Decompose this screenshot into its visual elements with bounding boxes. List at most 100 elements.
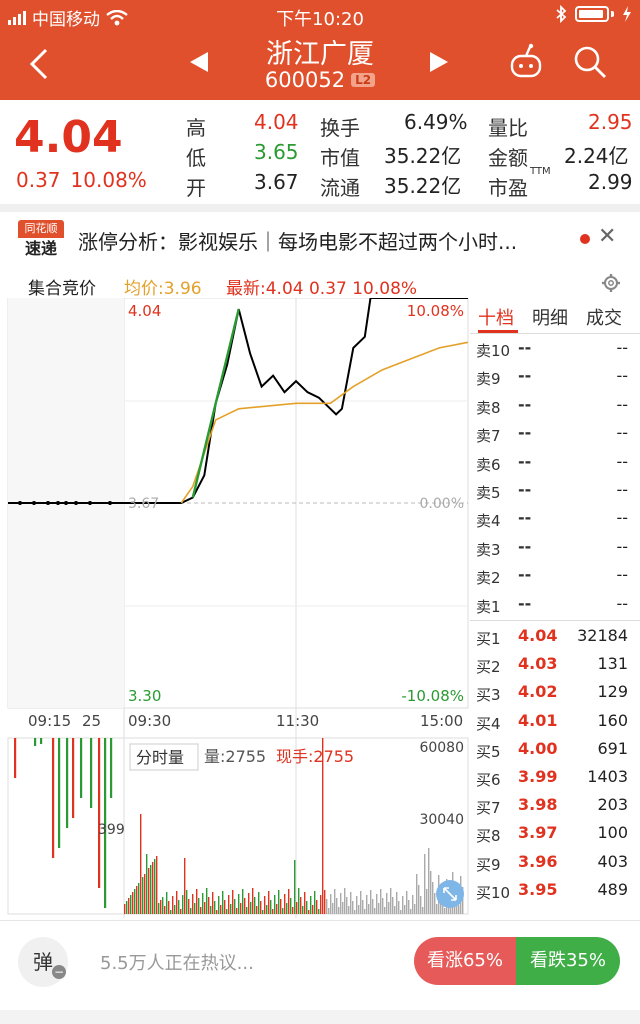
buy-row[interactable]: 买7 3.98 203 [470,793,640,821]
volume-bar [342,902,344,914]
volume-bar [280,899,282,914]
volume-bar [334,889,336,914]
volume-bar [266,905,268,914]
sell-row[interactable]: 卖2 -- -- [470,563,640,591]
tab-trades[interactable]: 成交 [586,304,622,330]
last-price: 4.04 [14,112,123,163]
volume-label[interactable]: 分时量 [136,748,184,767]
volume-bar [408,900,410,914]
buy-row[interactable]: 买6 3.99 1403 [470,765,640,793]
buy-level-label: 买8 [476,827,501,846]
sell-row[interactable]: 卖4 -- -- [470,506,640,534]
volume-bar [412,895,414,914]
buy-row[interactable]: 买5 4.00 691 [470,737,640,765]
auction-volume-bar [52,738,55,858]
buy-volume: 489 [597,879,628,899]
volume-bar [298,888,300,914]
buy-volume: 32184 [577,626,628,645]
gear-icon[interactable] [601,273,621,293]
buy-price: 4.01 [518,710,558,730]
volume-bar [444,908,446,914]
buy-row[interactable]: 买4 4.01 160 [470,709,640,737]
volume-bar [284,894,286,914]
volume-bar [332,903,334,914]
volume-bar [146,854,148,914]
sell-row[interactable]: 卖9 -- -- [470,364,640,392]
volume-bar [398,901,400,914]
sell-row[interactable]: 卖7 -- -- [470,421,640,449]
sell-volume: -- [616,423,628,443]
volume-bar [198,898,200,914]
volume-bar [358,905,360,914]
volume-bar [350,892,352,914]
buy-level-label: 买5 [476,742,501,761]
sell-level-label: 卖1 [476,597,501,616]
buy-row[interactable]: 买9 3.96 403 [470,850,640,878]
volume-bar [190,908,192,914]
volume-bar [176,891,178,914]
volume-bar [396,892,398,914]
volume-bar [168,901,170,914]
volume-bar [152,862,154,914]
buy-row[interactable]: 买10 3.95 489 [470,878,640,906]
tab-detail[interactable]: 明细 [532,304,568,330]
bullish-button[interactable]: 看涨65% [414,937,516,985]
sell-price: -- [518,565,532,585]
bluetooth-icon [556,5,567,23]
sell-row[interactable]: 卖6 -- -- [470,450,640,478]
news-ticker[interactable]: 同花顺 速递 涨停分析：影视娱乐｜每场电影不超过两个小时... ✕ [0,204,640,264]
battery-cap [611,11,614,17]
volume-bar [348,906,350,914]
volume-bar [128,898,130,914]
auction-volume-bar [34,738,37,746]
volume-bar [254,897,256,914]
auction-volume-bar [72,738,75,818]
news-unread-dot [580,234,590,244]
volume-bar [236,908,238,914]
robot-icon[interactable] [506,42,546,82]
auction-point [108,501,112,505]
search-icon[interactable] [572,44,608,80]
danmu-button[interactable]: 弹 [18,937,68,987]
buy-row[interactable]: 买3 4.02 129 [470,680,640,708]
volume-bar [406,891,408,914]
sell-row[interactable]: 卖10 -- -- [470,336,640,364]
volume-bar [292,907,294,914]
high-label: 高 [186,116,206,140]
sell-row[interactable]: 卖5 -- -- [470,478,640,506]
volume-bar [380,889,382,914]
sell-level-label: 卖9 [476,370,501,389]
volume-bar [394,906,396,914]
buy-price: 3.96 [518,851,558,871]
auction-volume-bar [98,738,101,888]
discussion-count[interactable]: 5.5万人正在热议... [100,949,254,975]
volume-bar [368,904,370,914]
buy-price: 3.99 [518,767,558,786]
buy-row[interactable]: 买8 3.97 100 [470,821,640,849]
buy-row[interactable]: 买2 4.03 131 [470,652,640,680]
sell-row[interactable]: 卖3 -- -- [470,535,640,563]
volume-bar [314,891,316,914]
close-icon[interactable]: ✕ [598,224,616,249]
buy-row[interactable]: 买1 4.04 32184 [470,624,640,652]
volume-bar [336,898,338,914]
home-indicator [0,1010,640,1024]
vol-axis-left: 399 [98,822,125,838]
status-right [555,5,632,23]
volume-bar [424,854,426,914]
sell-level-label: 卖3 [476,540,501,559]
auction-point [74,501,78,505]
next-stock-icon[interactable] [430,52,448,72]
volume-bar [156,856,158,914]
bearish-button[interactable]: 看跌35% [516,937,620,985]
buy-level-label: 买7 [476,799,501,818]
news-text[interactable]: 涨停分析：影视娱乐｜每场电影不超过两个小时... [78,226,558,255]
volratio-label: 量比 [488,116,528,140]
volume-bar [260,901,262,914]
sell-row[interactable]: 卖1 -- -- [470,592,640,620]
intraday-chart[interactable]: 4.04 3.67 3.30 10.08% 0.00% -10.08% 09:1… [0,298,470,918]
auction-point [32,501,36,505]
tab-ten-level[interactable]: 十档 [478,304,514,330]
volume-bar [370,890,372,914]
sell-row[interactable]: 卖8 -- -- [470,393,640,421]
